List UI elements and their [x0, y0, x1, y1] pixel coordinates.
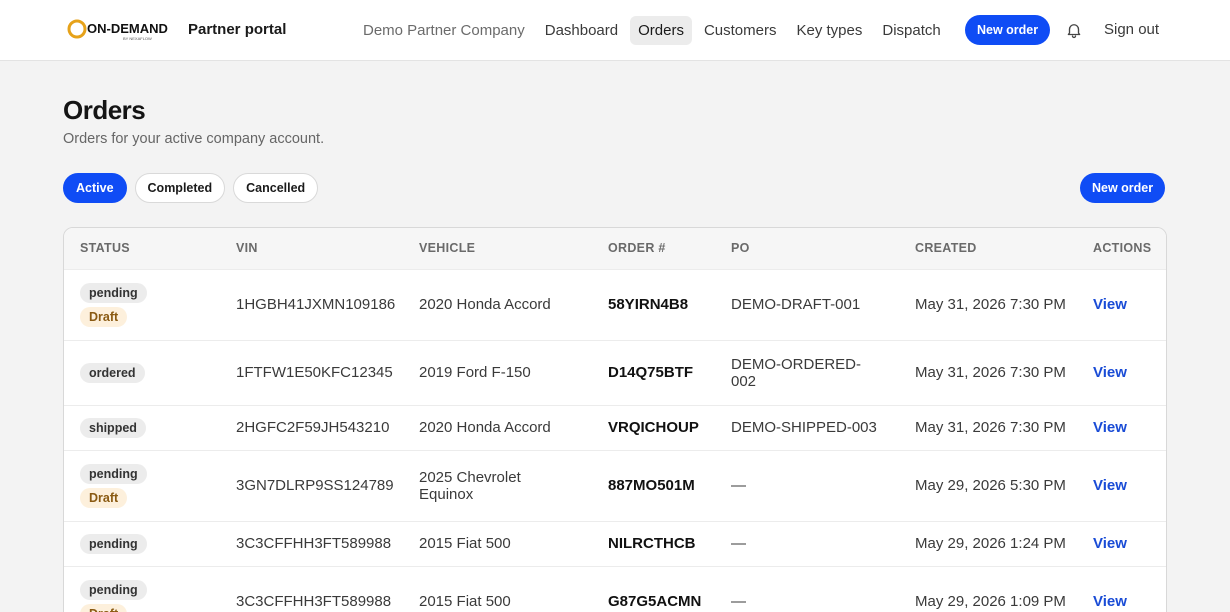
status-badge: pending: [80, 463, 147, 484]
nav-dashboard[interactable]: Dashboard: [537, 16, 626, 45]
created-cell: May 31, 2026 7:30 PM: [899, 339, 1077, 405]
bell-icon[interactable]: [1065, 21, 1083, 39]
status-badge: ordered: [80, 362, 145, 383]
view-link[interactable]: View: [1077, 404, 1166, 450]
main-nav: Demo Partner Company Dashboard Orders Cu…: [355, 14, 953, 46]
created-cell: May 29, 2026 5:30 PM: [899, 449, 1077, 521]
column-header-order[interactable]: ORDER #: [592, 228, 715, 269]
filter-active[interactable]: Active: [63, 173, 127, 203]
status-cell: pending: [64, 520, 220, 566]
vehicle-cell: 2020 Honda Accord: [403, 268, 592, 340]
table-row[interactable]: shipped 2HGFC2F59JH543210 2020 Honda Acc…: [64, 404, 1166, 450]
column-header-status[interactable]: STATUS: [64, 228, 220, 269]
page-title: Orders: [63, 95, 146, 125]
draft-badge: Draft: [80, 603, 128, 612]
column-header-vehicle[interactable]: VEHICLE: [403, 228, 592, 269]
status-cell: ordered: [64, 339, 220, 405]
status-cell: pending Draft: [64, 449, 220, 521]
table-row[interactable]: ordered 1FTFW1E50KFC12345 2019 Ford F-15…: [64, 339, 1166, 405]
created-cell: May 29, 2026 1:24 PM: [899, 520, 1077, 566]
header-new-order-button[interactable]: New order: [965, 15, 1051, 45]
vehicle-cell: 2015 Fiat 500: [403, 565, 592, 612]
view-link[interactable]: View: [1077, 339, 1166, 405]
nav-customers[interactable]: Customers: [696, 16, 785, 45]
view-link[interactable]: View: [1077, 449, 1166, 521]
order-number-cell: 887MO501M: [592, 449, 715, 521]
order-number-cell: G87G5ACMN: [592, 565, 715, 612]
status-cell: shipped: [64, 404, 220, 450]
svg-text:BY NEXAFLOW: BY NEXAFLOW: [123, 36, 152, 41]
status-filter-group: Active Completed Cancelled: [63, 173, 326, 203]
nav-key-types[interactable]: Key types: [789, 16, 871, 45]
vehicle-cell: 2020 Honda Accord: [403, 404, 592, 450]
vin-cell: 3C3CFFHH3FT589988: [220, 565, 403, 612]
status-badge: shipped: [80, 417, 146, 438]
vin-cell: 2HGFC2F59JH543210: [220, 404, 403, 450]
column-header-po[interactable]: PO: [715, 228, 899, 269]
status-badge: pending: [80, 533, 147, 554]
table-row[interactable]: pending Draft 1HGBH41JXMN109186 2020 Hon…: [64, 268, 1166, 340]
nav-orders[interactable]: Orders: [630, 15, 692, 45]
view-link[interactable]: View: [1077, 565, 1166, 612]
status-cell: pending Draft: [64, 565, 220, 612]
company-selector[interactable]: Demo Partner Company: [355, 16, 533, 45]
table-row[interactable]: pending Draft 3GN7DLRP9SS124789 2025 Che…: [64, 449, 1166, 521]
draft-badge: Draft: [80, 487, 128, 508]
filter-cancelled[interactable]: Cancelled: [233, 173, 319, 203]
column-header-created[interactable]: CREATED: [899, 228, 1077, 269]
vehicle-cell: 2025 Chevrolet Equinox: [403, 449, 592, 521]
created-cell: May 31, 2026 7:30 PM: [899, 268, 1077, 340]
created-cell: May 29, 2026 1:09 PM: [899, 565, 1077, 612]
orders-table: STATUS VIN VEHICLE ORDER # PO CREATED AC…: [64, 228, 1166, 612]
filter-completed[interactable]: Completed: [134, 173, 226, 203]
view-link[interactable]: View: [1077, 520, 1166, 566]
vin-cell: 1HGBH41JXMN109186: [220, 268, 403, 340]
vehicle-cell: 2015 Fiat 500: [403, 520, 592, 566]
order-number-cell: 58YIRN4B8: [592, 268, 715, 340]
status-badge: pending: [80, 579, 147, 600]
status-badge: pending: [80, 282, 147, 303]
table-row[interactable]: pending 3C3CFFHH3FT589988 2015 Fiat 500 …: [64, 520, 1166, 566]
top-navigation-bar: ON-DEMAND BY NEXAFLOW Partner portal Dem…: [0, 0, 1230, 61]
order-number-cell: D14Q75BTF: [592, 339, 715, 405]
orders-table-card: STATUS VIN VEHICLE ORDER # PO CREATED AC…: [63, 227, 1167, 612]
nav-dispatch[interactable]: Dispatch: [874, 16, 948, 45]
status-cell: pending Draft: [64, 268, 220, 340]
portal-title: Partner portal: [188, 21, 287, 38]
created-cell: May 31, 2026 7:30 PM: [899, 404, 1077, 450]
draft-badge: Draft: [80, 306, 128, 327]
view-link[interactable]: View: [1077, 268, 1166, 340]
vin-cell: 3GN7DLRP9SS124789: [220, 449, 403, 521]
column-header-actions: ACTIONS: [1093, 241, 1152, 256]
vin-cell: 1FTFW1E50KFC12345: [220, 339, 403, 405]
page-subtitle: Orders for your active company account.: [63, 131, 325, 147]
table-row[interactable]: pending Draft 3C3CFFHH3FT589988 2015 Fia…: [64, 565, 1166, 612]
po-cell: DEMO-DRAFT-001: [715, 268, 899, 340]
po-cell: —: [715, 565, 899, 612]
order-number-cell: NILRCTHCB: [592, 520, 715, 566]
vehicle-cell: 2019 Ford F-150: [403, 339, 592, 405]
po-cell: —: [715, 449, 899, 521]
new-order-button[interactable]: New order: [1080, 173, 1166, 203]
po-cell: DEMO-SHIPPED-003: [715, 404, 899, 450]
order-number-cell: VRQICHOUP: [592, 404, 715, 450]
column-header-vin[interactable]: VIN: [220, 228, 403, 269]
svg-text:ON-DEMAND: ON-DEMAND: [87, 21, 168, 36]
vin-cell: 3C3CFFHH3FT589988: [220, 520, 403, 566]
po-cell: DEMO-ORDERED-002: [715, 339, 899, 405]
table-header-row: STATUS VIN VEHICLE ORDER # PO CREATED AC…: [64, 228, 1166, 269]
po-cell: —: [715, 520, 899, 566]
sign-out-link[interactable]: Sign out: [1104, 21, 1159, 38]
on-demand-logo[interactable]: ON-DEMAND BY NEXAFLOW: [67, 18, 175, 42]
